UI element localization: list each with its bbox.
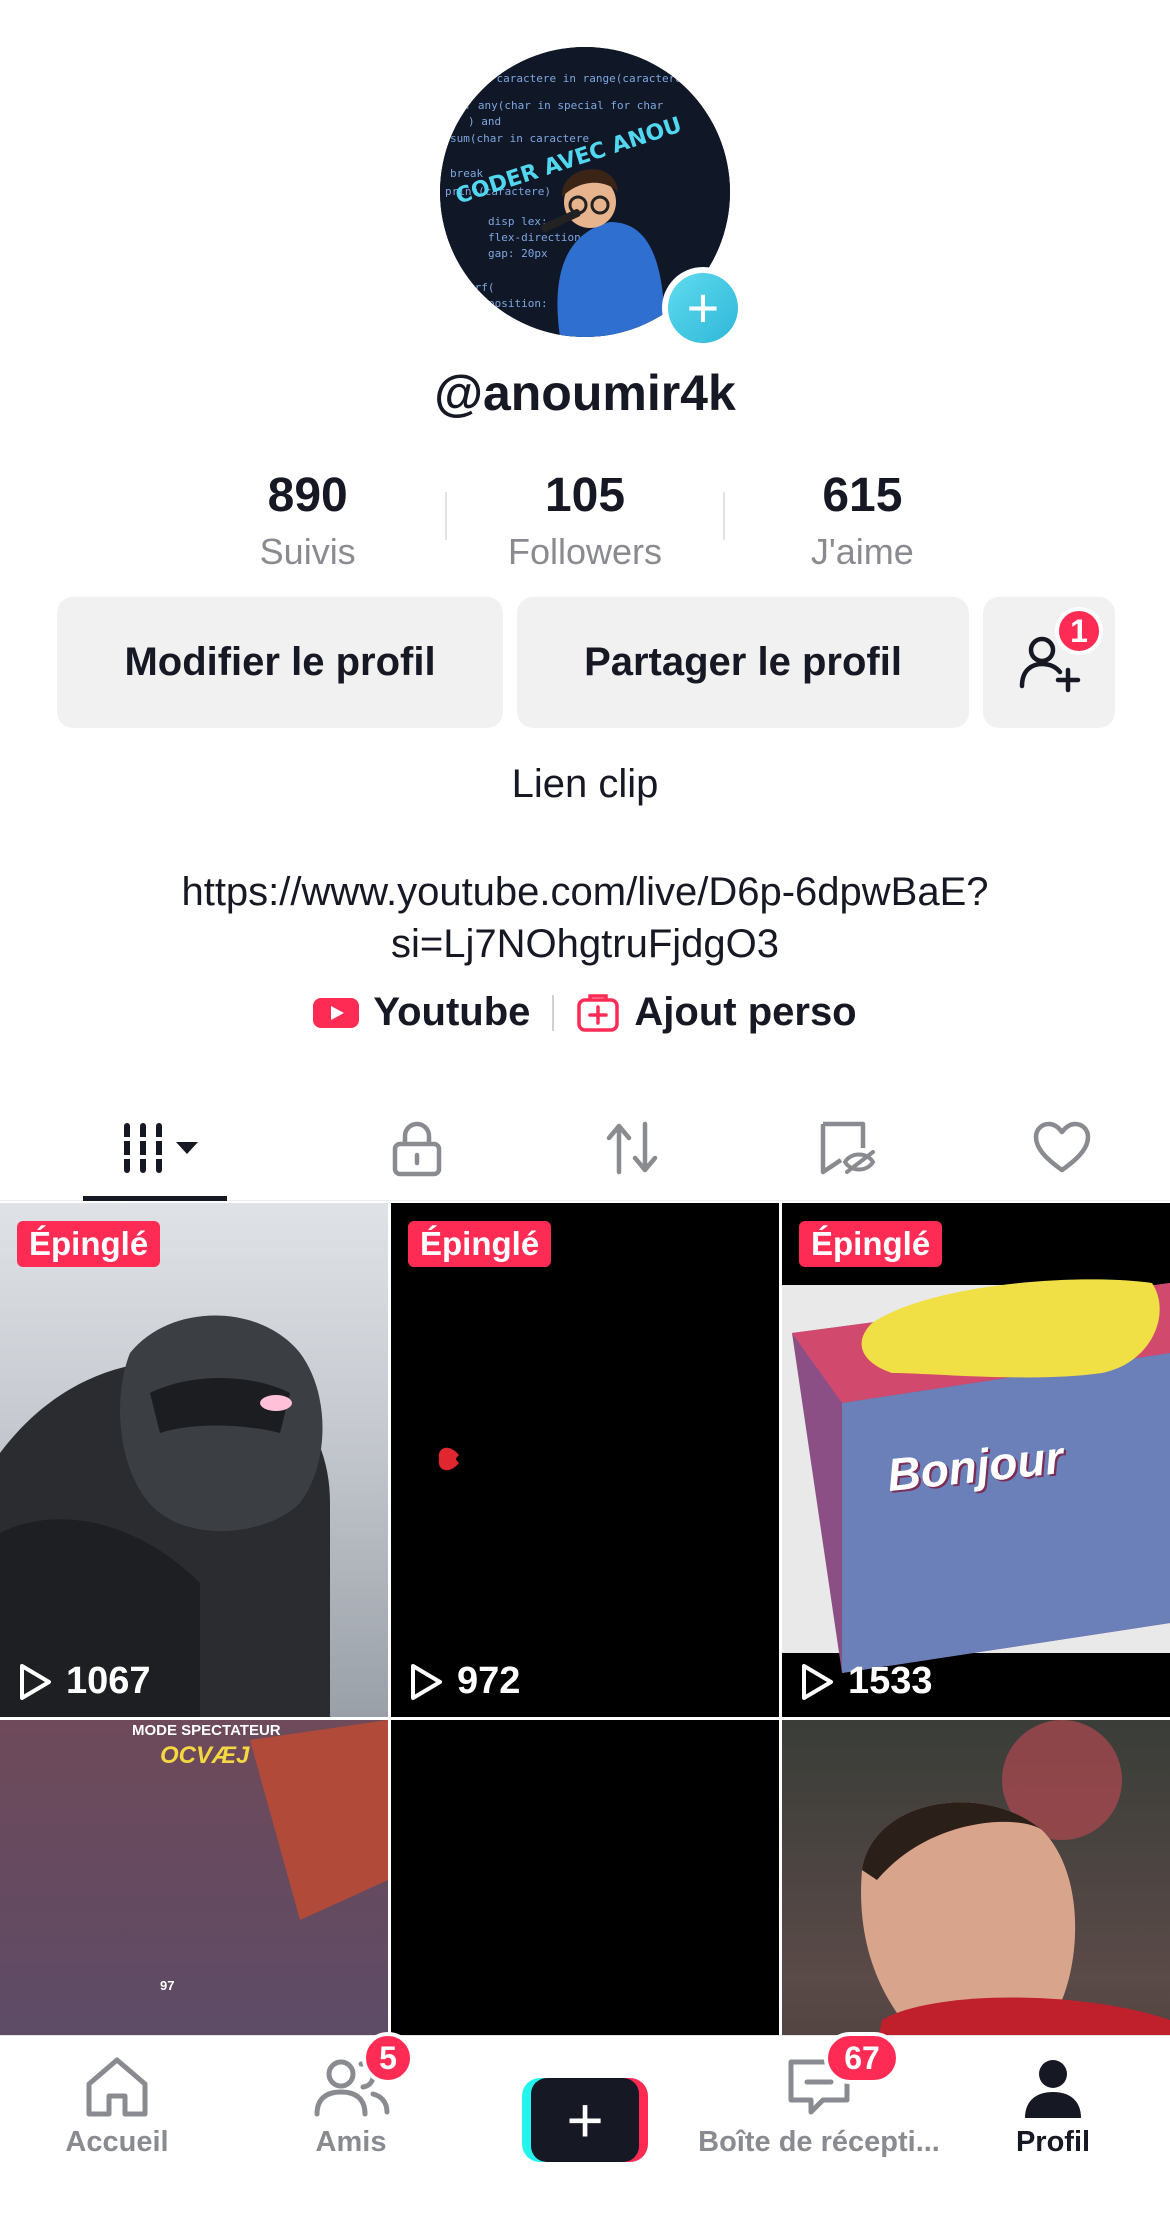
stat-value: 615 — [822, 469, 903, 522]
view-count-value: 1533 — [848, 1660, 933, 1702]
bottom-navigation: Accueil Amis 5 + Boîte de récepti... 67 — [0, 2032, 1170, 2218]
stat-followers[interactable]: 105 Followers — [447, 468, 722, 576]
tab-private[interactable] — [309, 1095, 524, 1201]
thumbnail-score: 97 — [160, 1978, 175, 1993]
nav-profile-label: Profil — [1015, 2126, 1091, 2158]
plus-icon: + — [668, 273, 738, 343]
stat-likes[interactable]: 615 J'aime — [725, 468, 1000, 576]
bio-link-line: si=Lj7NOhgtruFjdgO3 — [391, 922, 779, 966]
video-thumbnail[interactable]: Bonjour Épinglé 1533 — [782, 1203, 1170, 1717]
nav-home[interactable]: Accueil — [0, 2036, 234, 2218]
tab-liked[interactable] — [955, 1095, 1170, 1201]
edit-profile-button[interactable]: Modifier le profil — [57, 597, 503, 728]
nav-friends-label: Amis — [315, 2126, 387, 2158]
view-count: 1533 — [800, 1660, 933, 1703]
view-count-value: 1067 — [66, 1660, 151, 1702]
profile-icon — [1025, 2060, 1081, 2118]
svg-text:disp lex;: disp lex; — [488, 215, 548, 228]
add-friends-button[interactable]: 1 — [983, 597, 1115, 728]
svg-text:gap: 20px: gap: 20px — [488, 247, 548, 260]
profile-stats: 890 Suivis 105 Followers 615 J'aime — [170, 468, 1000, 576]
thumbnail-subcaption: OCVÆJ — [160, 1742, 250, 1769]
play-icon — [411, 1663, 442, 1700]
add-custom-icon — [577, 993, 620, 1032]
profile-actions: Modifier le profil Partager le profil 1 — [57, 597, 1115, 728]
nav-home-label: Accueil — [65, 2126, 169, 2158]
youtube-icon — [313, 997, 360, 1028]
stat-following[interactable]: 890 Suivis — [170, 468, 445, 576]
videos-grid-icon — [121, 1123, 199, 1173]
bio-title: Lien clip — [511, 762, 659, 806]
repost-icon — [606, 1121, 658, 1175]
profile-tabs — [0, 1095, 1170, 1201]
pinned-badge: Épinglé — [408, 1221, 552, 1267]
friends-badge: 5 — [362, 2032, 414, 2084]
thumbnail-image — [0, 1315, 330, 1717]
thumbnail-image — [438, 1447, 459, 1471]
plus-icon: + — [531, 2078, 639, 2162]
play-icon — [20, 1663, 51, 1700]
stat-label: Suivis — [259, 531, 356, 572]
tab-reposts[interactable] — [524, 1095, 739, 1201]
svg-text:) and: ) and — [468, 115, 501, 128]
tab-videos[interactable] — [0, 1095, 309, 1201]
svg-text:for caractere in range(caracte: for caractere in range(caractere): — [470, 72, 695, 85]
thumbnail-caption: MODE SPECTATEUR — [132, 1722, 281, 1739]
pinned-badge: Épinglé — [799, 1221, 943, 1267]
nav-inbox[interactable]: Boîte de récepti... 67 — [698, 2032, 940, 2218]
view-count: 1067 — [18, 1660, 151, 1703]
stat-label: J'aime — [810, 531, 914, 572]
bio-link[interactable]: https://www.youtube.com/live/D6p-6dpwBaE… — [100, 866, 1070, 970]
stat-value: 890 — [267, 469, 348, 522]
stat-label: Followers — [507, 531, 663, 572]
profile-links: Youtube Ajout perso — [0, 990, 1170, 1035]
view-count: 972 — [409, 1660, 520, 1703]
home-icon — [86, 2057, 148, 2117]
svg-text:sum(char in caractere: sum(char in caractere — [450, 132, 589, 145]
inbox-badge: 67 — [824, 2032, 900, 2084]
tab-saved[interactable] — [739, 1095, 954, 1201]
svg-text:rrf(: rrf( — [468, 281, 495, 294]
youtube-link[interactable]: Youtube — [313, 990, 530, 1035]
active-tab-indicator — [83, 1196, 227, 1201]
custom-link[interactable]: Ajout perso — [576, 990, 857, 1035]
friend-requests-badge: 1 — [1055, 607, 1103, 655]
video-thumbnail[interactable]: Épinglé 972 — [391, 1203, 779, 1717]
lock-icon — [392, 1121, 441, 1177]
share-profile-button[interactable]: Partager le profil — [517, 597, 969, 728]
divider — [552, 994, 555, 1031]
view-count-value: 972 — [457, 1660, 521, 1702]
pinned-badge: Épinglé — [17, 1221, 161, 1267]
profile-username: @anoumir4k — [434, 365, 736, 421]
youtube-label: Youtube — [373, 990, 531, 1034]
svg-text:position:: position: — [488, 297, 548, 310]
svg-text:if any(char in special for cha: if any(char in special for char — [458, 99, 664, 112]
nav-friends[interactable]: Amis 5 — [234, 2032, 468, 2218]
profile-avatar[interactable]: for caractere in range(caractere): if an… — [440, 47, 744, 349]
custom-link-label: Ajout perso — [634, 990, 857, 1034]
nav-create[interactable]: + — [468, 2036, 702, 2218]
svg-text:flex-direction: flex-direction — [488, 231, 581, 244]
nav-inbox-label: Boîte de récepti... — [698, 2126, 940, 2158]
add-story-button[interactable]: + — [662, 267, 744, 349]
stat-value: 105 — [544, 469, 626, 522]
bio-link-line: https://www.youtube.com/live/D6p-6dpwBaE… — [181, 870, 989, 914]
heart-icon — [1034, 1121, 1091, 1173]
hidden-icon — [820, 1121, 876, 1175]
nav-profile[interactable]: Profil — [936, 2036, 1170, 2218]
play-icon — [802, 1663, 833, 1700]
video-thumbnail[interactable]: Épinglé 1067 — [0, 1203, 388, 1717]
create-button[interactable]: + — [522, 2078, 648, 2162]
